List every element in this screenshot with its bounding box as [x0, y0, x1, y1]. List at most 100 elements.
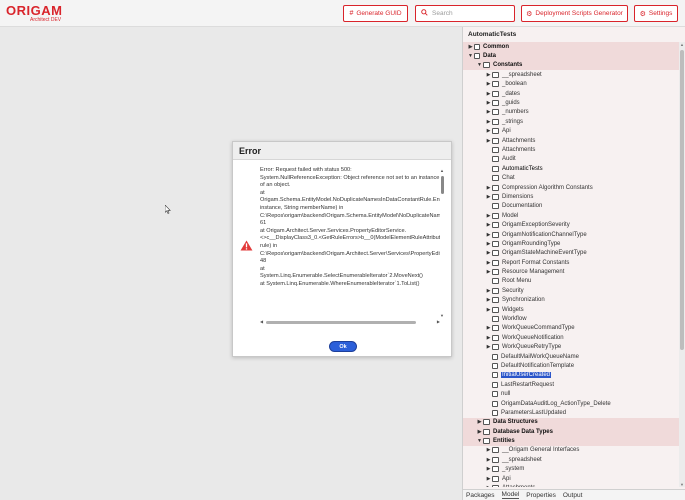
- tree-item[interactable]: ▶ Report Format Constants: [463, 258, 679, 267]
- scroll-up-arrow[interactable]: ▲: [679, 42, 685, 47]
- tree-item[interactable]: ▼ Constants: [463, 60, 679, 71]
- tree-item[interactable]: ▼ Data: [463, 51, 679, 61]
- expand-arrow-icon[interactable]: ▶: [485, 194, 492, 200]
- scrollbar-thumb[interactable]: [266, 321, 416, 324]
- tree-item[interactable]: Chat: [463, 173, 679, 182]
- expand-arrow-icon[interactable]: ▶: [485, 344, 492, 350]
- expand-arrow-icon[interactable]: ▶: [485, 457, 492, 463]
- scroll-down-arrow[interactable]: ▼: [679, 482, 685, 487]
- tree-item[interactable]: InitialUserCreated: [463, 371, 679, 380]
- expand-arrow-icon[interactable]: ▶: [485, 307, 492, 313]
- tree-item[interactable]: ▶ _strings: [463, 117, 679, 126]
- tree-item[interactable]: ▶ Attachments: [463, 136, 679, 145]
- expand-arrow-icon[interactable]: ▶: [485, 128, 492, 134]
- tree-item[interactable]: ▶ Api: [463, 474, 679, 483]
- tree-item[interactable]: ▶ Synchronization: [463, 296, 679, 305]
- tree-item[interactable]: ▼ Entities: [463, 436, 679, 446]
- search-input[interactable]: [432, 10, 512, 17]
- tree-item[interactable]: Audit: [463, 155, 679, 164]
- tab-model[interactable]: Model: [501, 491, 520, 499]
- tree-item[interactable]: ▶ __spreadsheet: [463, 70, 679, 79]
- expand-arrow-icon[interactable]: ▶: [485, 138, 492, 144]
- tree-item[interactable]: DefaultMailWorkQueueName: [463, 352, 679, 361]
- scrollbar-thumb[interactable]: [680, 50, 684, 350]
- tree-item[interactable]: ▶ _numbers: [463, 108, 679, 117]
- ok-button[interactable]: Ok: [329, 341, 357, 352]
- settings-button[interactable]: ⚙ Settings: [634, 5, 678, 22]
- expand-arrow-icon[interactable]: ▶: [485, 335, 492, 341]
- tree-item[interactable]: ▶ WorkQueueCommandType: [463, 324, 679, 333]
- expand-arrow-icon[interactable]: ▶: [485, 288, 492, 294]
- scroll-left-arrow[interactable]: ◀: [260, 319, 263, 324]
- tree-item[interactable]: ▶ WorkQueueRetryType: [463, 343, 679, 352]
- tree-item[interactable]: ▶ OrigamExceptionSeverity: [463, 220, 679, 229]
- tree-item[interactable]: ▶ WorkQueueNotification: [463, 333, 679, 342]
- expand-arrow-icon[interactable]: ▶: [485, 250, 492, 256]
- deployment-scripts-button[interactable]: ⚙ Deployment Scripts Generator: [521, 5, 628, 22]
- tree-item[interactable]: ▶ Attachments: [463, 483, 679, 487]
- expand-arrow-icon[interactable]: ▶: [485, 91, 492, 97]
- tree-item[interactable]: ▶ _system: [463, 465, 679, 474]
- message-vscrollbar[interactable]: ▲ ▼: [440, 168, 446, 318]
- expand-arrow-icon[interactable]: ▶: [485, 232, 492, 238]
- tree-item[interactable]: ▶ Common: [463, 42, 679, 52]
- scroll-up-arrow[interactable]: ▲: [440, 168, 444, 173]
- tree-item[interactable]: ▶ _boolean: [463, 80, 679, 89]
- tree-item[interactable]: ▶ OrigamStateMachineEventType: [463, 249, 679, 258]
- tree-item[interactable]: ▶ Compression Algorithm Constants: [463, 183, 679, 192]
- tab-packages[interactable]: Packages: [466, 492, 495, 499]
- tab-properties[interactable]: Properties: [526, 492, 556, 499]
- search-box[interactable]: [415, 5, 515, 22]
- expand-arrow-icon[interactable]: ▶: [485, 185, 492, 191]
- scrollbar-thumb[interactable]: [441, 176, 444, 194]
- generate-guid-button[interactable]: # Generate GUID: [343, 5, 408, 22]
- collapse-arrow-icon[interactable]: ▼: [467, 53, 474, 59]
- scroll-right-arrow[interactable]: ▶: [437, 319, 440, 324]
- tree-item[interactable]: ▶ Api: [463, 127, 679, 136]
- tree-item[interactable]: LastRestartRequest: [463, 380, 679, 389]
- expand-arrow-icon[interactable]: ▶: [485, 476, 492, 482]
- expand-arrow-icon[interactable]: ▶: [485, 119, 492, 125]
- scroll-down-arrow[interactable]: ▼: [440, 313, 444, 318]
- expand-arrow-icon[interactable]: ▶: [476, 429, 483, 435]
- tree-item[interactable]: DefaultNotificationTemplate: [463, 361, 679, 370]
- tree-item[interactable]: ▶ Widgets: [463, 305, 679, 314]
- expand-arrow-icon[interactable]: ▶: [485, 466, 492, 472]
- expand-arrow-icon[interactable]: ▶: [485, 325, 492, 331]
- tree-item[interactable]: ▶ Model: [463, 211, 679, 220]
- message-hscrollbar[interactable]: ◀ ▶: [260, 319, 440, 325]
- tree-item[interactable]: ▶ Data Structures: [463, 417, 679, 428]
- expand-arrow-icon[interactable]: ▶: [485, 447, 492, 453]
- tree-item[interactable]: ▶ _guids: [463, 98, 679, 107]
- expand-arrow-icon[interactable]: ▶: [485, 260, 492, 266]
- tree-item[interactable]: ▶ Security: [463, 286, 679, 295]
- tree-item[interactable]: ▶ Dimensions: [463, 192, 679, 201]
- tree-item[interactable]: ▶ __spreadsheet: [463, 455, 679, 464]
- expand-arrow-icon[interactable]: ▶: [467, 44, 474, 50]
- expand-arrow-icon[interactable]: ▶: [485, 100, 492, 106]
- tab-output[interactable]: Output: [563, 492, 583, 499]
- expand-arrow-icon[interactable]: ▶: [485, 241, 492, 247]
- expand-arrow-icon[interactable]: ▶: [485, 222, 492, 228]
- tree-item[interactable]: Documentation: [463, 202, 679, 211]
- expand-arrow-icon[interactable]: ▶: [485, 72, 492, 78]
- expand-arrow-icon[interactable]: ▶: [485, 213, 492, 219]
- tree-item[interactable]: OrigamDataAuditLog_ActionType_Delete: [463, 399, 679, 408]
- tree-item[interactable]: ▶ __Origam General Interfaces: [463, 446, 679, 455]
- tree-item[interactable]: ▶ OrigamRoundingType: [463, 239, 679, 248]
- collapse-arrow-icon[interactable]: ▼: [476, 62, 483, 68]
- tree-item[interactable]: ▶ OrigamNotificationChannelType: [463, 230, 679, 239]
- tree-item[interactable]: AutomaticTests: [463, 164, 679, 173]
- expand-arrow-icon[interactable]: ▶: [485, 81, 492, 87]
- tree-item[interactable]: ParametersLastUpdated: [463, 408, 679, 417]
- expand-arrow-icon[interactable]: ▶: [485, 269, 492, 275]
- tree-scrollbar[interactable]: ▲ ▼: [679, 42, 685, 487]
- tree-item[interactable]: null: [463, 389, 679, 398]
- tree-item[interactable]: ▶ Resource Management: [463, 267, 679, 276]
- tree-item[interactable]: Root Menu: [463, 277, 679, 286]
- tree-item[interactable]: Workflow: [463, 314, 679, 323]
- expand-arrow-icon[interactable]: ▶: [485, 485, 492, 487]
- expand-arrow-icon[interactable]: ▶: [485, 109, 492, 115]
- expand-arrow-icon[interactable]: ▶: [476, 419, 483, 425]
- tree-item[interactable]: ▶ Database Data Types: [463, 427, 679, 437]
